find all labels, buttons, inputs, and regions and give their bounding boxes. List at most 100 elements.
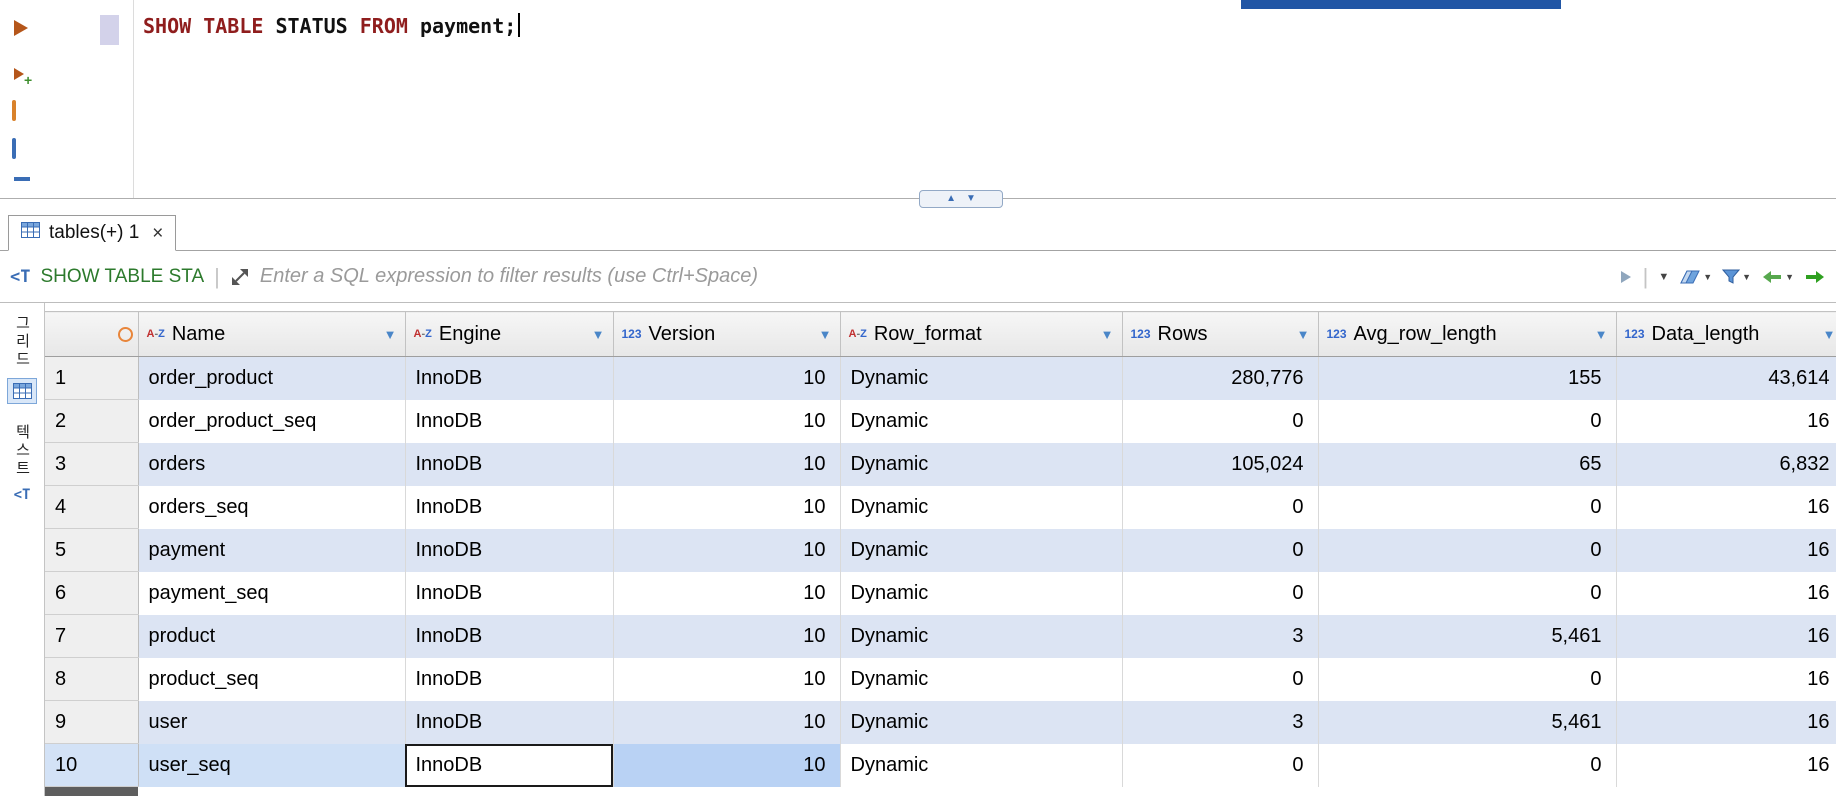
cell-data_length[interactable]: 16 xyxy=(1616,485,1836,529)
cell-name[interactable]: user_seq xyxy=(138,743,406,787)
row-number[interactable]: 7 xyxy=(45,614,139,658)
apply-filter-play-icon[interactable] xyxy=(1619,269,1633,285)
cell-data_length[interactable]: 16 xyxy=(1616,399,1836,443)
cell-engine[interactable]: InnoDB xyxy=(405,657,614,701)
cell-version[interactable]: 10 xyxy=(613,700,841,744)
cell-version[interactable]: 10 xyxy=(613,399,841,443)
cell-engine[interactable]: InnoDB xyxy=(405,485,614,529)
execute-new-tab-icon[interactable]: + xyxy=(12,66,32,88)
tab-tables-result[interactable]: tables(+) 1 × xyxy=(8,215,177,251)
cell-engine[interactable]: InnoDB xyxy=(405,743,614,787)
cell-version[interactable]: 10 xyxy=(613,614,841,658)
cell-rows[interactable]: 3 xyxy=(1122,614,1319,658)
cell-name[interactable]: payment_seq xyxy=(138,571,406,615)
cell-rows[interactable]: 0 xyxy=(1122,528,1319,572)
cell-engine[interactable]: InnoDB xyxy=(405,571,614,615)
column-filter-dropdown-icon[interactable]: ▼ xyxy=(384,327,397,342)
row-number[interactable]: 5 xyxy=(45,528,139,572)
row-number[interactable]: 9 xyxy=(45,700,139,744)
cell-version[interactable]: 10 xyxy=(613,485,841,529)
column-filter-dropdown-icon[interactable]: ▼ xyxy=(819,327,832,342)
row-number[interactable]: 4 xyxy=(45,485,139,529)
filter-funnel-icon[interactable]: ▼ xyxy=(1722,269,1751,285)
column-header-version[interactable]: 123 Version ▼ xyxy=(613,311,841,357)
cell-name[interactable]: orders_seq xyxy=(138,485,406,529)
cell-rows[interactable]: 0 xyxy=(1122,571,1319,615)
column-header-avg_row_length[interactable]: 123 Avg_row_length ▼ xyxy=(1318,311,1617,357)
cell-name[interactable]: order_product_seq xyxy=(138,399,406,443)
explain-plan-icon[interactable] xyxy=(12,138,16,159)
cell-row_format[interactable]: Dynamic xyxy=(840,657,1123,701)
row-number[interactable]: 1 xyxy=(45,356,139,400)
cell-name[interactable]: orders xyxy=(138,442,406,486)
column-filter-dropdown-icon[interactable]: ▼ xyxy=(1823,327,1836,342)
column-filter-dropdown-icon[interactable]: ▼ xyxy=(592,327,605,342)
filter-expression-input[interactable]: Enter a SQL expression to filter results… xyxy=(260,265,1609,288)
cell-rows[interactable]: 3 xyxy=(1122,700,1319,744)
fetch-next-arrow-icon[interactable] xyxy=(1804,269,1826,285)
cell-avg_row_length[interactable]: 5,461 xyxy=(1318,700,1617,744)
cell-row_format[interactable]: Dynamic xyxy=(840,614,1123,658)
cell-avg_row_length[interactable]: 5,461 xyxy=(1318,614,1617,658)
cell-row_format[interactable]: Dynamic xyxy=(840,571,1123,615)
cell-row_format[interactable]: Dynamic xyxy=(840,399,1123,443)
cell-version[interactable]: 10 xyxy=(613,571,841,615)
collapse-up-icon[interactable]: ▲ xyxy=(946,194,956,204)
cell-version[interactable]: 10 xyxy=(613,743,841,787)
cell-engine[interactable]: InnoDB xyxy=(405,528,614,572)
column-header-row_format[interactable]: A-Z Row_format ▼ xyxy=(840,311,1123,357)
cell-row_format[interactable]: Dynamic xyxy=(840,743,1123,787)
cell-data_length[interactable]: 16 xyxy=(1616,657,1836,701)
dropdown-icon[interactable]: ▼ xyxy=(1785,272,1794,282)
cell-version[interactable]: 10 xyxy=(613,356,841,400)
cell-data_length[interactable]: 16 xyxy=(1616,571,1836,615)
row-number[interactable]: 6 xyxy=(45,571,139,615)
cell-version[interactable]: 10 xyxy=(613,657,841,701)
grid-view-icon[interactable] xyxy=(7,378,37,404)
result-grid[interactable]: A-Z Name ▼ A-Z Engine ▼ 123 Version ▼ A-Z Row_form… xyxy=(45,303,1836,796)
row-number[interactable]: 3 xyxy=(45,442,139,486)
column-filter-dropdown-icon[interactable]: ▼ xyxy=(1595,327,1608,342)
row-number[interactable]: 8 xyxy=(45,657,139,701)
cell-engine[interactable]: InnoDB xyxy=(405,700,614,744)
sql-editor[interactable]: + SHOW TABLE STATUS FROM payment; xyxy=(0,0,1836,199)
cell-rows[interactable]: 0 xyxy=(1122,399,1319,443)
cell-avg_row_length[interactable]: 0 xyxy=(1318,743,1617,787)
column-filter-dropdown-icon[interactable]: ▼ xyxy=(1297,327,1310,342)
row-mode-circle-icon[interactable] xyxy=(117,326,133,342)
splitter-collapse-control[interactable]: ▲ ▼ xyxy=(919,190,1003,208)
cell-rows[interactable]: 280,776 xyxy=(1122,356,1319,400)
cell-data_length[interactable]: 16 xyxy=(1616,743,1836,787)
cell-avg_row_length[interactable]: 155 xyxy=(1318,356,1617,400)
execute-statement-icon[interactable] xyxy=(12,18,30,43)
cell-name[interactable]: user xyxy=(138,700,406,744)
cell-avg_row_length[interactable]: 0 xyxy=(1318,571,1617,615)
cell-data_length[interactable]: 6,832 xyxy=(1616,442,1836,486)
cell-data_length[interactable]: 16 xyxy=(1616,614,1836,658)
cell-engine[interactable]: InnoDB xyxy=(405,399,614,443)
sql-statement-line[interactable]: SHOW TABLE STATUS FROM payment; xyxy=(143,13,521,38)
cell-engine[interactable]: InnoDB xyxy=(405,356,614,400)
cell-version[interactable]: 10 xyxy=(613,442,841,486)
cell-rows[interactable]: 0 xyxy=(1122,485,1319,529)
cell-row_format[interactable]: Dynamic xyxy=(840,485,1123,529)
row-number[interactable]: 2 xyxy=(45,399,139,443)
cell-avg_row_length[interactable]: 65 xyxy=(1318,442,1617,486)
cell-engine[interactable]: InnoDB xyxy=(405,614,614,658)
cell-engine[interactable]: InnoDB xyxy=(405,442,614,486)
cell-row_format[interactable]: Dynamic xyxy=(840,442,1123,486)
dropdown-icon[interactable]: ▼ xyxy=(1703,272,1712,282)
cell-rows[interactable]: 105,024 xyxy=(1122,442,1319,486)
text-view-icon[interactable]: <T xyxy=(14,487,31,503)
expand-filter-panel-icon[interactable] xyxy=(230,267,250,287)
cell-row_format[interactable]: Dynamic xyxy=(840,700,1123,744)
cell-avg_row_length[interactable]: 0 xyxy=(1318,528,1617,572)
filter-history-dropdown-icon[interactable]: ▼ xyxy=(1658,271,1669,283)
column-header-name[interactable]: A-Z Name ▼ xyxy=(138,311,406,357)
fetch-previous-arrow-icon[interactable]: ▼ xyxy=(1761,269,1794,285)
grid-corner-cell[interactable] xyxy=(45,311,139,357)
cell-avg_row_length[interactable]: 0 xyxy=(1318,657,1617,701)
cell-name[interactable]: product xyxy=(138,614,406,658)
cell-row_format[interactable]: Dynamic xyxy=(840,356,1123,400)
cell-avg_row_length[interactable]: 0 xyxy=(1318,399,1617,443)
